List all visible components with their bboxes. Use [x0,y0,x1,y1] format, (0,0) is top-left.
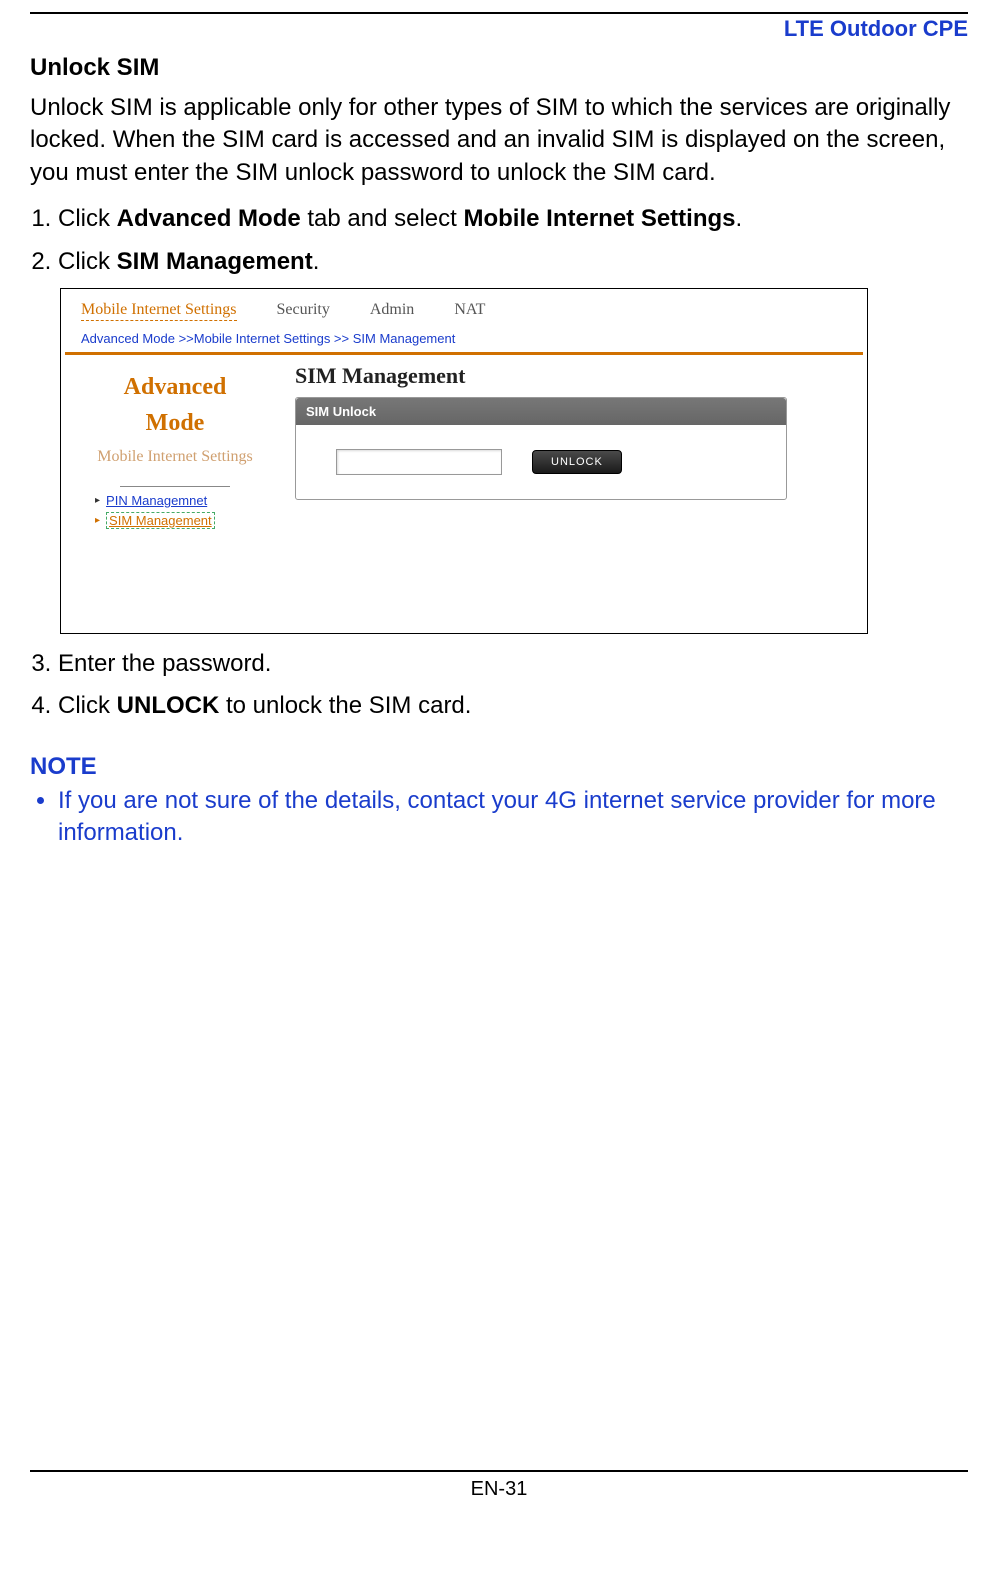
arrow-icon: ▸ [95,495,100,506]
page-number: EN-31 [471,1478,528,1500]
sim-unlock-input[interactable] [336,449,502,475]
tab-mobile-internet[interactable]: Mobile Internet Settings [81,301,237,321]
step-1: Click Advanced Mode tab and select Mobil… [58,203,968,235]
sidebar-sublabel: Mobile Internet Settings [65,447,285,468]
tab-admin[interactable]: Admin [370,301,414,321]
unlock-button[interactable]: UNLOCK [532,450,622,474]
sidebar-item-sim[interactable]: ▸ SIM Management [95,512,285,529]
sidebar-heading: Advanced Mode [65,369,285,441]
note-heading: NOTE [30,753,968,781]
note-list: If you are not sure of the details, cont… [30,785,968,850]
tab-nat[interactable]: NAT [454,301,485,321]
sidebar-link-pin: PIN Managemnet [106,493,207,508]
sidebar-divider [120,486,230,487]
panel-title: SIM Management [295,363,863,389]
breadcrumb: Advanced Mode >>Mobile Internet Settings… [61,327,867,352]
card-header: SIM Unlock [296,398,786,425]
sidebar-link-sim: SIM Management [106,512,215,529]
step-3: Enter the password. [58,648,968,680]
main-panel: SIM Management SIM Unlock UNLOCK [285,363,863,603]
section-heading: Unlock SIM [30,54,968,82]
page-footer: EN-31 [30,1470,968,1501]
steps-list: Click Advanced Mode tab and select Mobil… [30,203,968,278]
sim-unlock-card: SIM Unlock UNLOCK [295,397,787,500]
steps-list-cont: Enter the password. Click UNLOCK to unlo… [30,648,968,723]
note-item: If you are not sure of the details, cont… [58,785,968,850]
screenshot-sim-management: Mobile Internet Settings Security Admin … [60,288,868,634]
sidebar: Advanced Mode Mobile Internet Settings ▸… [65,363,285,603]
arrow-icon: ▸ [95,515,100,526]
sidebar-item-pin[interactable]: ▸ PIN Managemnet [95,493,285,508]
step-4: Click UNLOCK to unlock the SIM card. [58,690,968,722]
page-header: LTE Outdoor CPE [30,12,968,50]
intro-paragraph: Unlock SIM is applicable only for other … [30,92,968,189]
step-2: Click SIM Management. [58,246,968,278]
product-title: LTE Outdoor CPE [784,16,968,42]
top-tabs: Mobile Internet Settings Security Admin … [61,289,867,327]
tab-security[interactable]: Security [277,301,330,321]
